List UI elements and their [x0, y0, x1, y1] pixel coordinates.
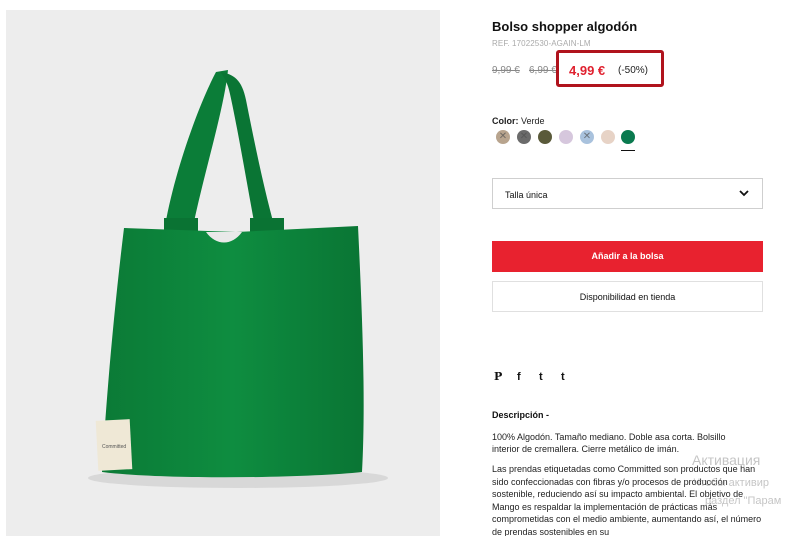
color-swatch[interactable]	[538, 130, 552, 144]
color-swatch[interactable]	[601, 130, 615, 144]
tote-bag-image: Committed	[6, 10, 440, 536]
unavailable-x-icon: ✕	[519, 131, 529, 142]
color-swatch[interactable]	[559, 130, 573, 144]
activation-watermark-line: Чтобы активир	[693, 477, 769, 489]
color-swatch[interactable]: ✕	[496, 130, 510, 144]
color-swatch[interactable]: ✕	[580, 130, 594, 144]
tumblr-icon[interactable]: t	[561, 370, 565, 384]
chevron-down-icon	[739, 190, 749, 197]
price-highlight-box: 4,99 € (-50%)	[556, 50, 664, 87]
facebook-icon[interactable]: f	[517, 370, 521, 384]
size-select[interactable]: Talla única	[492, 178, 763, 209]
discount-badge: (-50%)	[618, 65, 649, 76]
activation-watermark-title: Активация	[692, 452, 761, 468]
color-swatches: ✕ ✕ ✕	[492, 130, 652, 156]
unavailable-x-icon: ✕	[582, 131, 592, 142]
color-label: Color: Verde	[492, 116, 545, 126]
twitter-icon[interactable]: t	[539, 370, 543, 384]
unavailable-x-icon: ✕	[498, 131, 508, 142]
social-share: P f t t	[492, 370, 592, 384]
product-photo[interactable]: Committed	[6, 10, 440, 536]
original-price: 9,99 €	[492, 65, 520, 76]
description-heading[interactable]: Descripción -	[492, 410, 549, 420]
size-value: Talla única	[505, 190, 548, 200]
pinterest-icon[interactable]: P	[494, 370, 502, 384]
selected-color-name: Verde	[521, 116, 545, 126]
product-title: Bolso shopper algodón	[492, 19, 638, 34]
color-label-prefix: Color:	[492, 116, 519, 126]
store-availability-button[interactable]: Disponibilidad en tienda	[492, 281, 763, 312]
product-reference: REF. 17022530-AGAIN-LM	[492, 39, 591, 48]
svg-text:Committed: Committed	[102, 444, 126, 450]
previous-price: 6,99 €	[529, 65, 557, 76]
current-price: 4,99 €	[569, 63, 606, 78]
add-to-bag-button[interactable]: Añadir a la bolsa	[492, 241, 763, 272]
selected-swatch-underline	[621, 150, 635, 151]
color-swatch-selected[interactable]	[621, 130, 635, 144]
color-swatch[interactable]: ✕	[517, 130, 531, 144]
activation-watermark-line: раздел "Парам	[705, 495, 782, 507]
